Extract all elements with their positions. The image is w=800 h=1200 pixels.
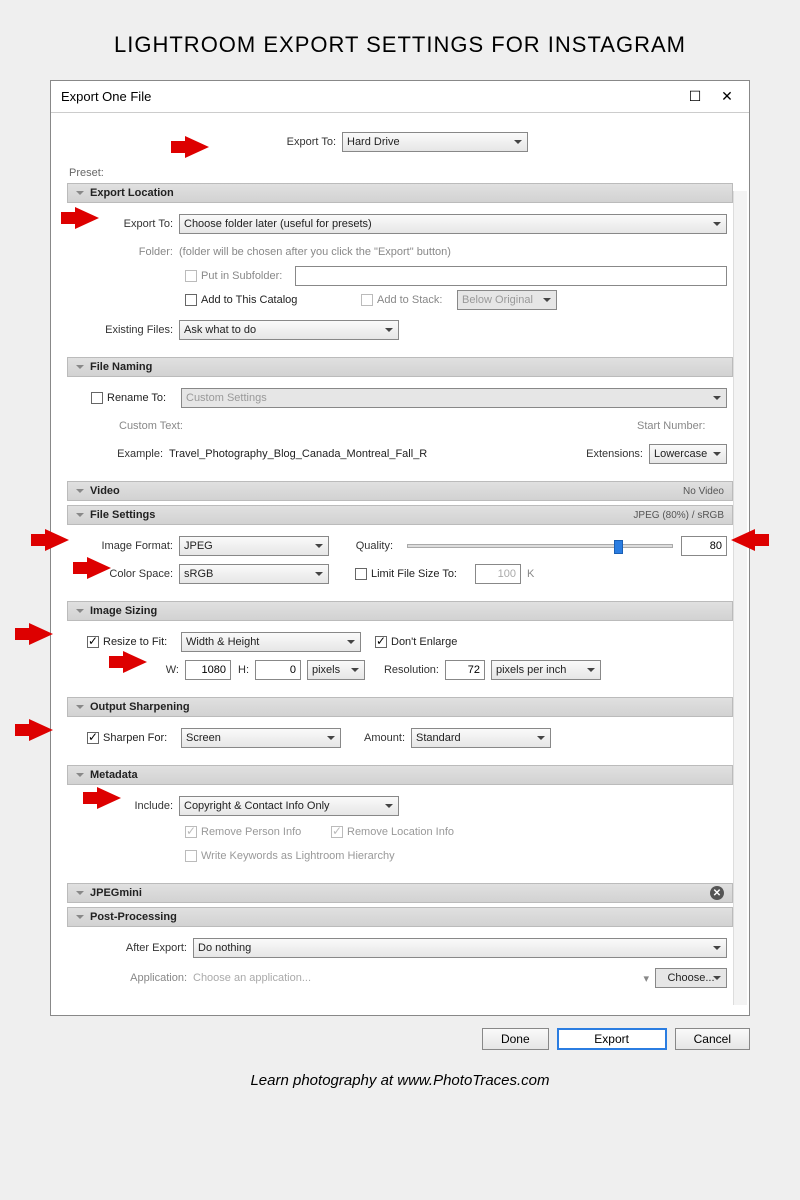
application-label: Application:: [73, 972, 193, 984]
page-caption: Learn photography at www.PhotoTraces.com: [0, 1072, 800, 1089]
resize-method-select[interactable]: Width & Height: [181, 632, 361, 652]
close-icon[interactable]: ✕: [711, 85, 743, 109]
after-export-select[interactable]: Do nothing: [193, 938, 727, 958]
image-format-select[interactable]: JPEG: [179, 536, 329, 556]
limit-unit: K: [521, 568, 534, 580]
remove-person-label: Remove Person Info: [201, 826, 331, 838]
resolution-unit-select[interactable]: pixels per inch: [491, 660, 601, 680]
add-to-catalog-label: Add to This Catalog: [201, 294, 361, 306]
arrow-icon: [45, 529, 69, 551]
remove-location-label: Remove Location Info: [347, 826, 454, 838]
arrow-icon: [87, 557, 111, 579]
amount-label: Amount:: [341, 732, 411, 744]
sharpen-for-checkbox[interactable]: [87, 732, 99, 744]
folder-label: Folder:: [73, 246, 179, 258]
section-file-naming[interactable]: File Naming: [67, 357, 733, 377]
arrow-icon: [75, 207, 99, 229]
resize-to-fit-label: Resize to Fit:: [103, 636, 181, 648]
section-output-sharpening[interactable]: Output Sharpening: [67, 697, 733, 717]
choose-button[interactable]: Choose...: [655, 968, 727, 988]
export-to-label: Export To:: [272, 136, 342, 148]
start-number-label: Start Number:: [637, 420, 727, 432]
done-button[interactable]: Done: [482, 1028, 549, 1050]
image-format-label: Image Format:: [73, 540, 179, 552]
extensions-label: Extensions:: [585, 448, 649, 460]
remove-person-checkbox: [185, 826, 197, 838]
quality-input[interactable]: [681, 536, 727, 556]
arrow-icon: [29, 719, 53, 741]
rename-to-checkbox[interactable]: [91, 392, 103, 404]
resolution-input[interactable]: [445, 660, 485, 680]
write-keywords-label: Write Keywords as Lightroom Hierarchy: [201, 850, 395, 862]
color-space-select[interactable]: sRGB: [179, 564, 329, 584]
existing-files-select[interactable]: Ask what to do: [179, 320, 399, 340]
limit-filesize-checkbox[interactable]: [355, 568, 367, 580]
rename-to-label: Rename To:: [107, 392, 181, 404]
height-input[interactable]: [255, 660, 301, 680]
chevron-down-icon[interactable]: ▾: [637, 972, 655, 985]
resolution-label: Resolution:: [365, 664, 445, 676]
resize-to-fit-checkbox[interactable]: [87, 636, 99, 648]
width-input[interactable]: [185, 660, 231, 680]
limit-filesize-label: Limit File Size To:: [371, 568, 475, 580]
export-dialog: Export One File ☐ ✕ Export To: Hard Driv…: [50, 80, 750, 1016]
section-image-sizing[interactable]: Image Sizing: [67, 601, 733, 621]
section-video[interactable]: VideoNo Video: [67, 481, 733, 501]
add-to-stack-label: Add to Stack:: [377, 294, 457, 306]
section-file-settings[interactable]: File SettingsJPEG (80%) / sRGB: [67, 505, 733, 525]
amount-select[interactable]: Standard: [411, 728, 551, 748]
after-export-label: After Export:: [73, 942, 193, 954]
export-to-select[interactable]: Hard Drive: [342, 132, 528, 152]
application-placeholder: Choose an application...: [193, 972, 637, 984]
close-section-icon[interactable]: ✕: [710, 886, 724, 900]
rename-template-select: Custom Settings: [181, 388, 727, 408]
sharpen-for-select[interactable]: Screen: [181, 728, 341, 748]
scrollbar[interactable]: [733, 191, 747, 1005]
maximize-icon[interactable]: ☐: [679, 85, 711, 109]
folder-hint: (folder will be chosen after you click t…: [179, 246, 451, 258]
example-value: Travel_Photography_Blog_Canada_Montreal_…: [169, 448, 585, 460]
arrow-icon: [29, 623, 53, 645]
extensions-select[interactable]: Lowercase: [649, 444, 727, 464]
page-title: LIGHTROOM EXPORT SETTINGS FOR INSTAGRAM: [0, 0, 800, 80]
put-in-subfolder-checkbox: [185, 270, 197, 282]
add-to-catalog-checkbox[interactable]: [185, 294, 197, 306]
height-label: H:: [231, 664, 255, 676]
dialog-title: Export One File: [61, 89, 151, 104]
cancel-button[interactable]: Cancel: [675, 1028, 750, 1050]
export-button[interactable]: Export: [557, 1028, 667, 1050]
write-keywords-checkbox: [185, 850, 197, 862]
loc-export-to-select[interactable]: Choose folder later (useful for presets): [179, 214, 727, 234]
include-select[interactable]: Copyright & Contact Info Only: [179, 796, 399, 816]
section-export-location[interactable]: Export Location: [67, 183, 733, 203]
custom-text-label: Custom Text:: [73, 420, 189, 432]
section-jpegmini[interactable]: JPEGmini✕: [67, 883, 733, 903]
arrow-icon: [97, 787, 121, 809]
size-unit-select[interactable]: pixels: [307, 660, 365, 680]
arrow-icon: [123, 651, 147, 673]
titlebar: Export One File ☐ ✕: [51, 81, 749, 113]
section-metadata[interactable]: Metadata: [67, 765, 733, 785]
put-in-subfolder-label: Put in Subfolder:: [201, 270, 295, 282]
example-label: Example:: [73, 448, 169, 460]
subfolder-input[interactable]: [295, 266, 727, 286]
dont-enlarge-label: Don't Enlarge: [391, 636, 457, 648]
arrow-icon: [185, 136, 209, 158]
preset-label: Preset:: [69, 167, 733, 179]
sharpen-for-label: Sharpen For:: [103, 732, 181, 744]
limit-filesize-input[interactable]: [475, 564, 521, 584]
remove-location-checkbox: [331, 826, 343, 838]
dont-enlarge-checkbox[interactable]: [375, 636, 387, 648]
stack-position-select: Below Original: [457, 290, 557, 310]
section-post-processing[interactable]: Post-Processing: [67, 907, 733, 927]
quality-label: Quality:: [329, 540, 399, 552]
add-to-stack-checkbox: [361, 294, 373, 306]
quality-slider[interactable]: [407, 544, 673, 548]
existing-files-label: Existing Files:: [73, 324, 179, 336]
arrow-icon: [731, 529, 755, 551]
